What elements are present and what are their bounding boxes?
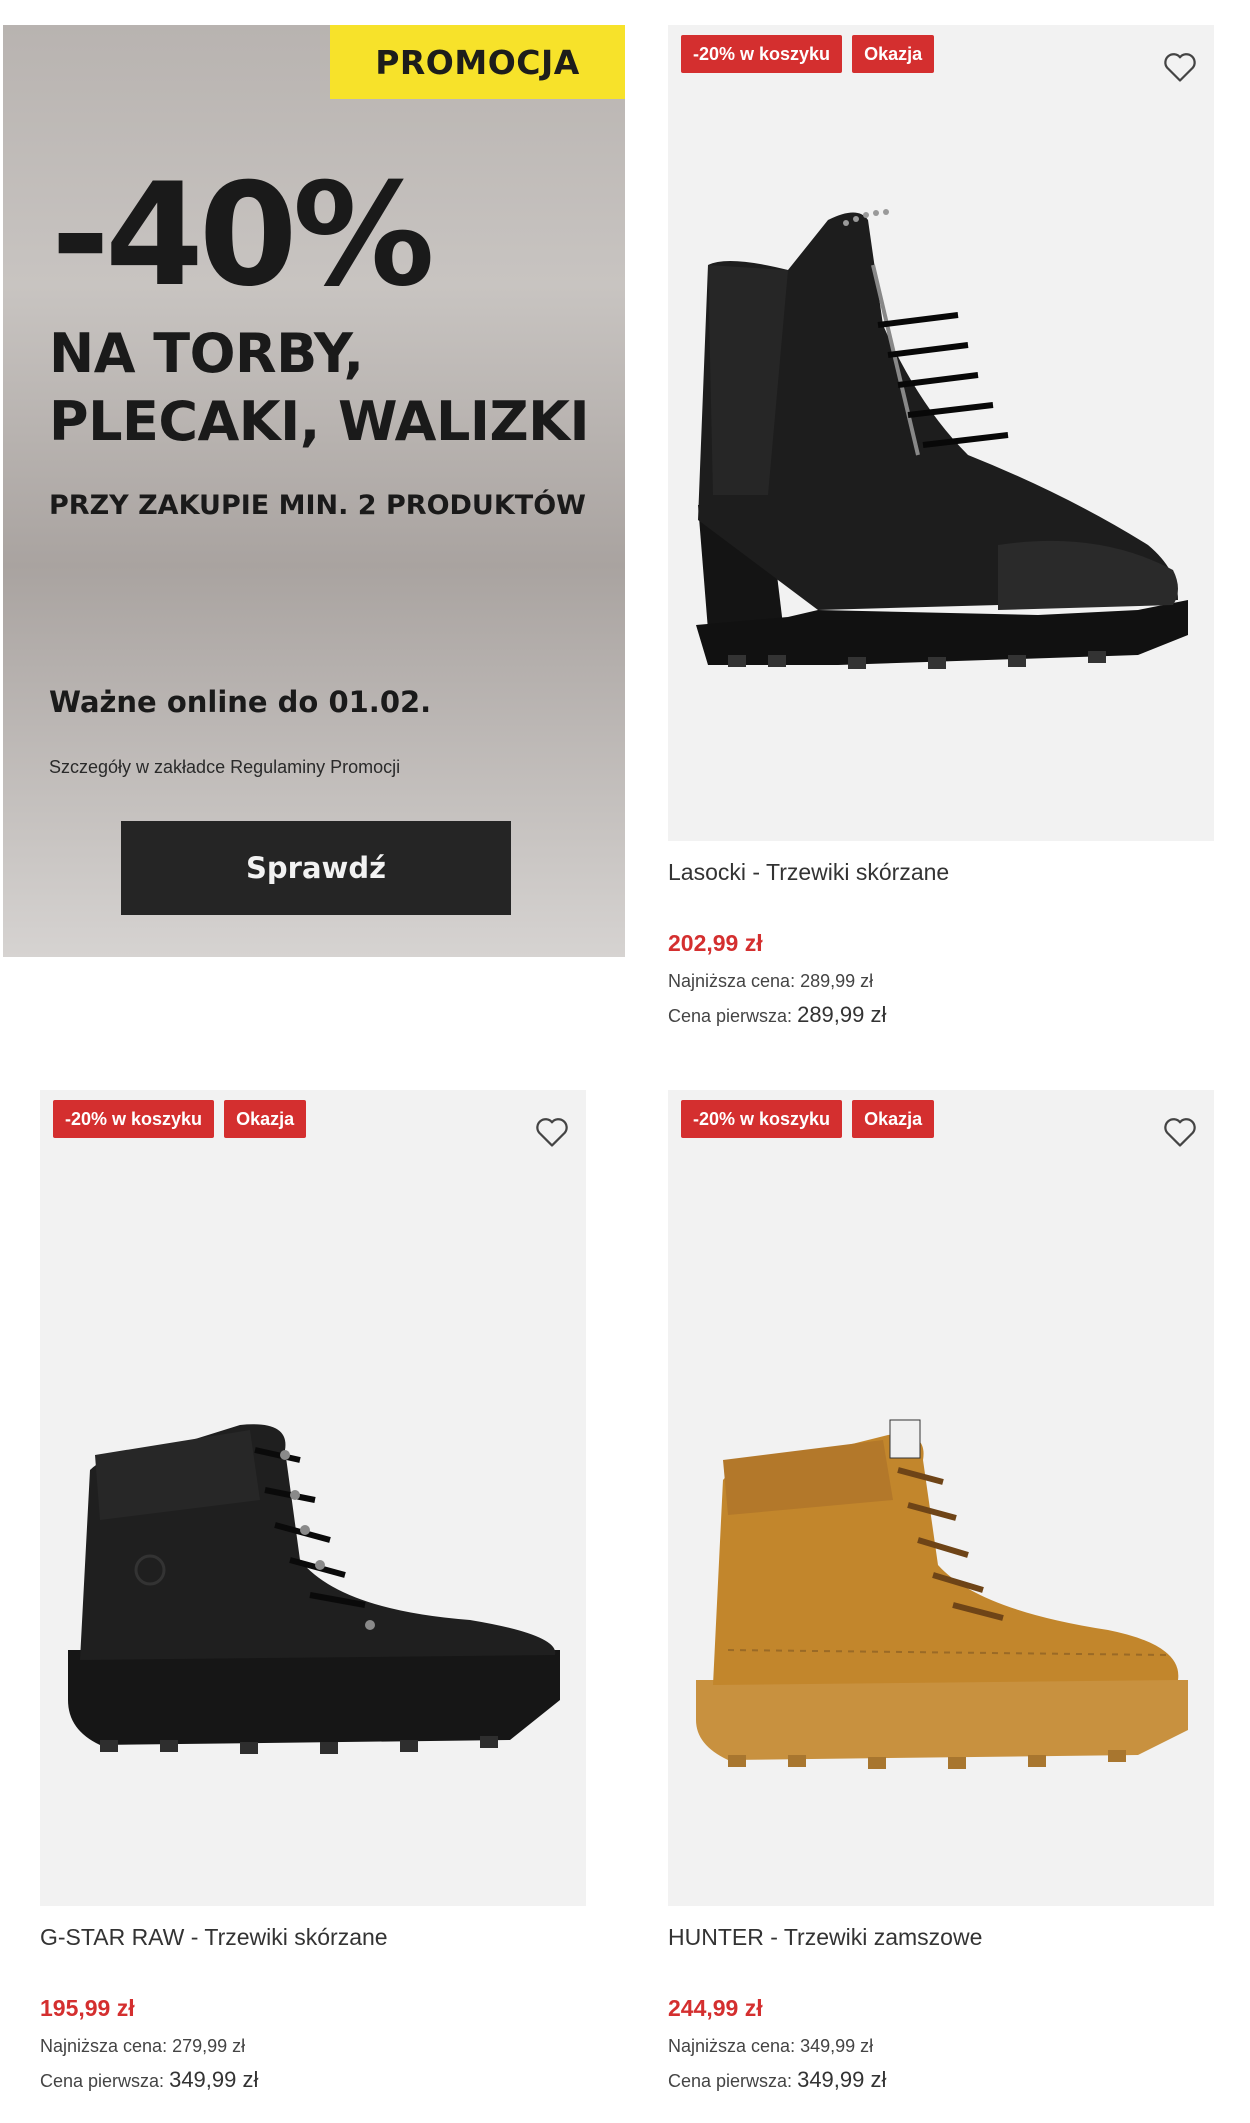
promo-discount: -40% <box>51 153 435 318</box>
product-title[interactable]: HUNTER - Trzewiki zamszowe <box>668 1924 1214 1951</box>
product-card-lasocki[interactable]: -20% w koszyku Okazja Lasocki - Trzewiki… <box>668 25 1214 1028</box>
promo-headline-line2: PLECAKI, WALIZKI <box>49 390 590 453</box>
first-price-line: Cena pierwsza: 349,99 zł <box>40 2067 586 2093</box>
first-price-line: Cena pierwsza: 289,99 zł <box>668 1002 1214 1028</box>
product-image[interactable]: -20% w koszyku Okazja <box>668 1090 1214 1906</box>
discount-badge: -20% w koszyku <box>53 1100 215 1138</box>
badge-group: -20% w koszyku Okazja <box>681 1100 935 1138</box>
lowest-price-value: 289,99 zł <box>800 971 874 991</box>
lowest-price-line: Najniższa cena: 289,99 zł <box>668 971 1214 992</box>
discount-badge: -20% w koszyku <box>681 35 843 73</box>
discount-badge: -20% w koszyku <box>681 1100 843 1138</box>
product-price: 202,99 zł <box>668 930 763 956</box>
badge-group: -20% w koszyku Okazja <box>53 1100 307 1138</box>
promo-subline: PRZY ZAKUPIE MIN. 2 PRODUKTÓW <box>49 490 586 521</box>
heart-icon[interactable] <box>1160 1112 1200 1152</box>
promo-headline-line1: NA TORBY, <box>49 322 364 385</box>
tan-work-boot-icon <box>696 1419 1188 1769</box>
first-price-value: 349,99 zł <box>169 2067 259 2092</box>
lowest-price-label: Najniższa cena: <box>668 971 796 991</box>
lowest-price-label: Najniższa cena: <box>40 2036 168 2056</box>
product-title[interactable]: Lasocki - Trzewiki skórzane <box>668 859 1214 886</box>
deal-badge: Okazja <box>852 1100 935 1138</box>
first-price-value: 289,99 zł <box>797 1002 887 1027</box>
promo-valid-date: Ważne online do 01.02. <box>49 685 432 719</box>
deal-badge: Okazja <box>852 35 935 73</box>
heart-icon[interactable] <box>532 1112 572 1152</box>
product-image[interactable]: -20% w koszyku Okazja <box>40 1090 586 1906</box>
lowest-price-line: Najniższa cena: 349,99 zł <box>668 2036 1214 2057</box>
heart-icon[interactable] <box>1160 47 1200 87</box>
first-price-label: Cena pierwsza: <box>668 2071 793 2091</box>
product-image[interactable]: -20% w koszyku Okazja <box>668 25 1214 841</box>
product-card-hunter[interactable]: -20% w koszyku Okazja HUNTER - Trzewiki … <box>668 1090 1214 2093</box>
promo-check-button[interactable]: Sprawdź <box>121 821 511 915</box>
first-price-value: 349,99 zł <box>797 2067 887 2092</box>
first-price-label: Cena pierwsza: <box>668 1006 793 1026</box>
badge-group: -20% w koszyku Okazja <box>681 35 935 73</box>
product-price: 195,99 zł <box>40 1995 135 2021</box>
first-price-line: Cena pierwsza: 349,99 zł <box>668 2067 1214 2093</box>
deal-badge: Okazja <box>224 1100 307 1138</box>
black-work-boot-icon <box>68 1424 560 1754</box>
product-title[interactable]: G-STAR RAW - Trzewiki skórzane <box>40 1924 586 1951</box>
promo-banner[interactable]: PROMOCJA -40% NA TORBY, PLECAKI, WALIZKI… <box>3 25 625 957</box>
first-price-label: Cena pierwsza: <box>40 2071 165 2091</box>
lowest-price-value: 279,99 zł <box>172 2036 246 2056</box>
promo-headline: NA TORBY, PLECAKI, WALIZKI <box>49 320 609 456</box>
black-heeled-boot-icon <box>696 209 1188 669</box>
product-price: 244,99 zł <box>668 1995 763 2021</box>
product-card-gstar[interactable]: -20% w koszyku Okazja G-STAR RAW - Trzew… <box>40 1090 586 2093</box>
lowest-price-label: Najniższa cena: <box>668 2036 796 2056</box>
promo-details-link[interactable]: Szczegóły w zakładce Regulaminy Promocji <box>49 757 400 778</box>
lowest-price-line: Najniższa cena: 279,99 zł <box>40 2036 586 2057</box>
lowest-price-value: 349,99 zł <box>800 2036 874 2056</box>
promo-tag: PROMOCJA <box>330 25 625 99</box>
